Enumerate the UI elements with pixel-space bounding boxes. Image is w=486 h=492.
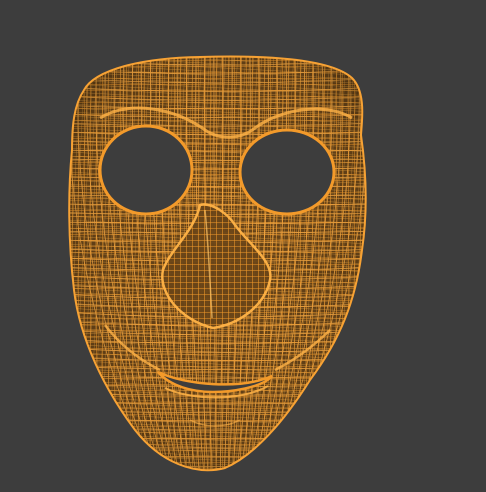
right-eye-hole bbox=[238, 128, 336, 216]
wireframe-mask-mesh[interactable] bbox=[0, 0, 486, 492]
mesh-contour-line bbox=[60, 474, 380, 476]
left-eye-hole bbox=[98, 124, 194, 216]
3d-viewport[interactable] bbox=[0, 0, 486, 492]
